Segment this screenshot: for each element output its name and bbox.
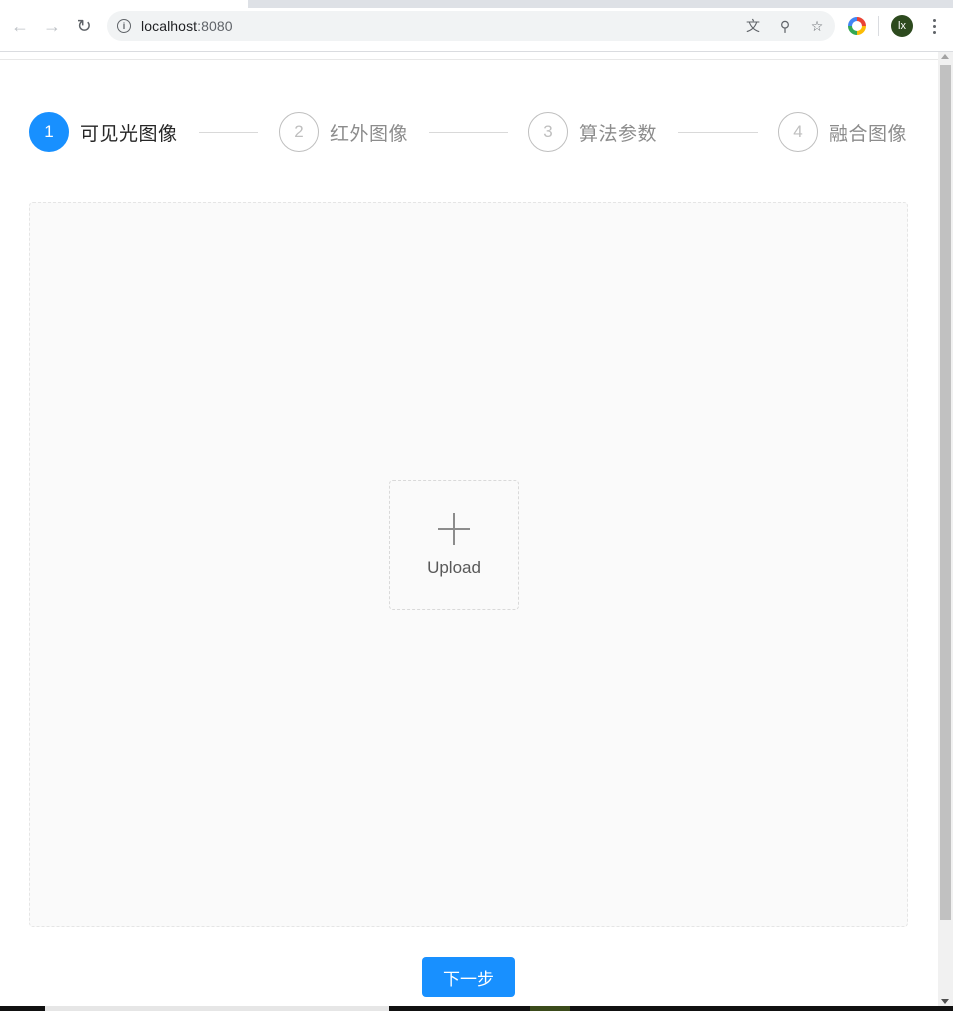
info-icon[interactable]: i [117,19,131,33]
step-connector [199,132,258,133]
url-text[interactable]: localhost:8080 [141,18,233,34]
more-vert-icon[interactable] [926,15,942,37]
forward-button[interactable]: → [40,14,64,38]
step-title: 算法参数 [579,122,658,145]
back-button[interactable]: ← [8,14,32,38]
translate-icon[interactable]: 文 [743,16,763,36]
divider [0,59,938,60]
step-number-badge: 1 [29,112,69,152]
upload-label: Upload [427,557,481,577]
reload-button[interactable]: ↻ [72,14,96,38]
scroll-up-arrow[interactable] [941,54,949,59]
omnibox-actions: 文 ⚲ ☆ [743,11,835,41]
step-number-badge: 2 [279,112,319,152]
toolbar-divider [878,16,879,36]
arrow-left-icon: ← [11,15,29,36]
zoom-icon[interactable]: ⚲ [775,16,795,36]
step-4[interactable]: 4 融合图像 [778,112,907,152]
steps-bar: 1 可见光图像 2 红外图像 3 算法参数 4 融合图像 [29,112,909,152]
step-title: 红外图像 [330,122,409,145]
plus-icon [438,512,470,545]
browser-toolbar: ← → ↻ i localhost:8080 文 ⚲ ☆ lx [0,0,953,52]
url-host: localhost [141,18,198,34]
upload-button[interactable]: Upload [389,480,519,610]
active-tab[interactable] [0,0,248,8]
arrow-right-icon: → [43,15,61,36]
address-bar[interactable]: i localhost:8080 文 ⚲ ☆ [107,11,835,41]
tab-strip [0,0,953,8]
step-3[interactable]: 3 算法参数 [528,112,657,152]
extension-icon[interactable] [848,17,866,35]
vertical-scrollbar[interactable] [938,52,953,1006]
upload-panel: Upload [29,202,908,927]
next-step-button[interactable]: 下一步 [422,957,515,997]
page-viewport: 1 可见光图像 2 红外图像 3 算法参数 4 融合图像 Upload 下一步 [0,52,938,1006]
step-title: 可见光图像 [80,122,178,145]
avatar[interactable]: lx [891,15,913,37]
step-2[interactable]: 2 红外图像 [279,112,408,152]
taskbar-item[interactable] [530,1006,570,1011]
step-number-badge: 3 [528,112,568,152]
reload-icon: ↻ [76,15,92,36]
scroll-down-arrow[interactable] [941,999,949,1004]
step-1[interactable]: 1 可见光图像 [29,112,178,152]
step-connector [429,132,508,133]
url-port: :8080 [197,18,233,34]
taskbar-item[interactable] [45,1006,389,1011]
star-icon[interactable]: ☆ [807,16,827,36]
scrollbar-thumb[interactable] [940,65,951,920]
step-title: 融合图像 [829,122,908,145]
os-taskbar [0,1006,953,1011]
step-connector [678,132,758,133]
step-number-badge: 4 [778,112,818,152]
